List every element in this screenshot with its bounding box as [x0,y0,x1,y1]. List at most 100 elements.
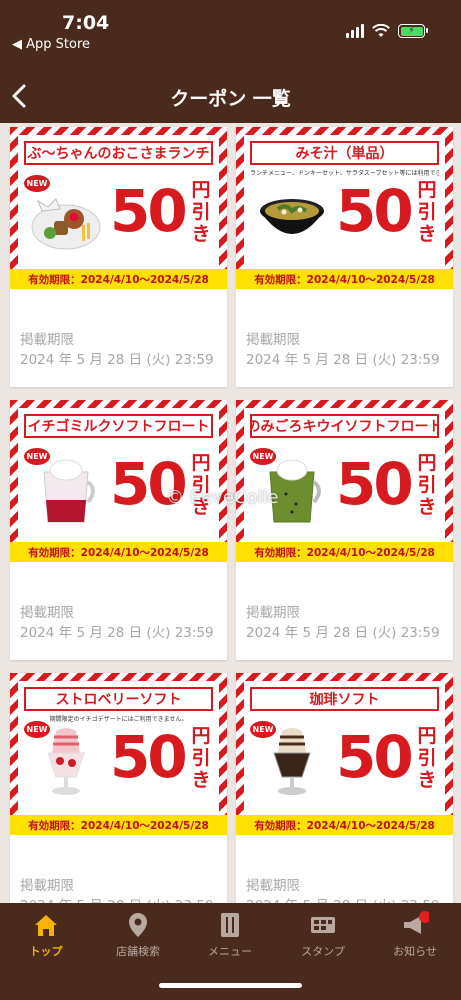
discount-number: 50 [110,177,188,245]
new-badge: NEW [24,721,50,738]
posting-date: 2024 年 5 月 28 日 (火) 23:59 [20,896,214,903]
coupon-name: みそ汁（単品） [250,141,439,165]
validity-period: 有効期限：2024/4/10〜2024/5/28 [10,269,227,289]
home-icon [32,911,60,939]
posting-info: 掲載期限 2024 年 5 月 28 日 (火) 23:59 [20,876,214,903]
coupon-ticket: のみごろキウイソフトフロート NEW 50 円 引き 有効期限：2024/4/1… [236,400,453,562]
home-indicator [159,983,302,988]
posting-label: 掲載期限 [20,332,74,348]
tab-menu-cutlery[interactable]: メニュー [184,911,276,967]
coupon-inner: ストロベリーソフト 期間限定のイチゴデザートにはご利用できません。 NEW 50… [18,681,219,815]
stamp-card-icon [309,911,337,939]
tab-megaphone[interactable]: お知らせ [369,911,461,967]
strawberry-sundae-icon [30,727,102,799]
posting-date: 2024 年 5 月 28 日 (火) 23:59 [20,625,214,641]
map-pin-icon [124,911,152,939]
posting-info: 掲載期限 2024 年 5 月 28 日 (火) 23:59 [20,603,214,643]
discount-number: 50 [336,723,414,791]
tab-label: トップ [29,945,63,958]
discount-number: 50 [336,450,414,518]
discount-label: 50 円 引き [336,721,438,791]
coupon-ticket: ストロベリーソフト 期間限定のイチゴデザートにはご利用できません。 NEW 50… [10,673,227,835]
megaphone-icon [401,911,431,939]
battery-charging-icon: ⚡ [398,24,428,38]
discount-unit: 円 引き [417,725,437,791]
app-header: 7:04 ◀ App Store ⚡ クーポン 一覧 [0,0,461,123]
posting-label: 掲載期限 [20,605,74,621]
coupon-grid: ぶ〜ちゃんのおこさまランチ NEW 50 円 引き 有効期限：2024/4/10… [0,123,461,903]
tab-stamp-card[interactable]: スタンプ [277,911,369,967]
discount-label: 50 円 引き [336,175,438,245]
discount-number: 50 [336,177,414,245]
coupon-inner: イチゴミルクソフトフロート NEW 50 円 引き [18,408,219,542]
posting-label: 掲載期限 [246,332,300,348]
posting-label: 掲載期限 [246,878,300,894]
coupon-ticket: ぶ〜ちゃんのおこさまランチ NEW 50 円 引き 有効期限：2024/4/10… [10,127,227,289]
watermark: © EeveColle [166,487,279,508]
posting-info: 掲載期限 2024 年 5 月 28 日 (火) 23:59 [20,330,214,370]
coupon-inner: みそ汁（単品） ランチメニュー、ドンキーセット、サラダスープセット等には利用でき… [244,135,445,269]
wifi-icon [372,24,390,37]
coupon-ticket: みそ汁（単品） ランチメニュー、ドンキーセット、サラダスープセット等には利用でき… [236,127,453,289]
new-badge: NEW [24,448,50,465]
posting-label: 掲載期限 [246,605,300,621]
tab-label: お知らせ [393,945,437,958]
posting-info: 掲載期限 2024 年 5 月 28 日 (火) 23:59 [246,330,440,370]
posting-label: 掲載期限 [20,878,74,894]
tab-label: 店舗検索 [116,945,160,958]
validity-period: 有効期限：2024/4/10〜2024/5/28 [236,542,453,562]
coupon-ticket: イチゴミルクソフトフロート NEW 50 円 引き 有効期限：2024/4/10… [10,400,227,562]
miso-soup-bowl-icon [256,181,328,253]
coupon-card[interactable]: 珈琲ソフト NEW 50 円 引き 有効期限：2024/4/10〜2024/5/… [236,673,453,903]
status-icons: ⚡ [346,24,428,38]
validity-period: 有効期限：2024/4/10〜2024/5/28 [10,542,227,562]
new-badge: NEW [250,448,276,465]
validity-period: 有効期限：2024/4/10〜2024/5/28 [236,269,453,289]
coupon-card[interactable]: ぶ〜ちゃんのおこさまランチ NEW 50 円 引き 有効期限：2024/4/10… [10,127,227,387]
coffee-sundae-icon [256,727,328,799]
discount-unit: 円 引き [191,725,211,791]
tab-home[interactable]: トップ [0,911,92,967]
kids-lunch-plate-icon [30,181,102,253]
discount-unit: 円 引き [191,179,211,245]
coupon-name: ストロベリーソフト [24,687,213,711]
posting-info: 掲載期限 2024 年 5 月 28 日 (火) 23:59 [246,876,440,903]
validity-period: 有効期限：2024/4/10〜2024/5/28 [10,815,227,835]
coupon-inner: のみごろキウイソフトフロート NEW 50 円 引き [244,408,445,542]
tab-label: スタンプ [301,945,345,958]
tab-map-pin[interactable]: 店舗検索 [92,911,184,967]
coupon-inner: ぶ〜ちゃんのおこさまランチ NEW 50 円 引き [18,135,219,269]
posting-date: 2024 年 5 月 28 日 (火) 23:59 [246,896,440,903]
status-time: 7:04 [62,12,110,34]
coupon-card[interactable]: のみごろキウイソフトフロート NEW 50 円 引き 有効期限：2024/4/1… [236,400,453,660]
page-title: クーポン 一覧 [170,88,291,110]
coupon-inner: 珈琲ソフト NEW 50 円 引き [244,681,445,815]
back-to-app-store[interactable]: ◀ App Store [12,37,90,52]
discount-label: 50 円 引き [110,175,212,245]
posting-date: 2024 年 5 月 28 日 (火) 23:59 [246,625,440,641]
coupon-card[interactable]: みそ汁（単品） ランチメニュー、ドンキーセット、サラダスープセット等には利用でき… [236,127,453,387]
coupon-card[interactable]: ストロベリーソフト 期間限定のイチゴデザートにはご利用できません。 NEW 50… [10,673,227,903]
discount-unit: 円 引き [191,452,211,518]
discount-number: 50 [110,723,188,791]
discount-label: 50 円 引き [110,721,212,791]
coupon-name: ぶ〜ちゃんのおこさまランチ [24,141,213,165]
new-badge: NEW [250,721,276,738]
discount-label: 50 円 引き [336,448,438,518]
strawberry-milk-float-icon [30,454,102,526]
new-badge: NEW [24,175,50,192]
menu-cutlery-icon [216,911,244,939]
coupon-name: イチゴミルクソフトフロート [24,414,213,438]
posting-date: 2024 年 5 月 28 日 (火) 23:59 [20,352,214,368]
tab-label: メニュー [208,945,252,958]
coupon-ticket: 珈琲ソフト NEW 50 円 引き 有効期限：2024/4/10〜2024/5/… [236,673,453,835]
posting-date: 2024 年 5 月 28 日 (火) 23:59 [246,352,440,368]
coupon-name: 珈琲ソフト [250,687,439,711]
cellular-signal-icon [346,24,364,38]
discount-unit: 円 引き [417,452,437,518]
discount-unit: 円 引き [417,179,437,245]
validity-period: 有効期限：2024/4/10〜2024/5/28 [236,815,453,835]
posting-info: 掲載期限 2024 年 5 月 28 日 (火) 23:59 [246,603,440,643]
coupon-card[interactable]: イチゴミルクソフトフロート NEW 50 円 引き 有効期限：2024/4/10… [10,400,227,660]
coupon-name: のみごろキウイソフトフロート [250,414,439,438]
